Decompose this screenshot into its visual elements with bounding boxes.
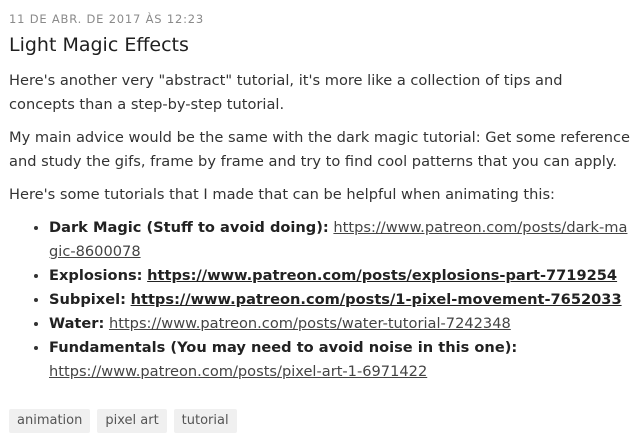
link-label: Water:	[49, 315, 105, 332]
link-label: Explosions:	[49, 267, 143, 284]
list-item: Fundamentals (You may need to avoid nois…	[49, 336, 632, 384]
post-date: 11 DE ABR. DE 2017 ÀS 12:23	[9, 12, 204, 26]
list-item: Subpixel: https://www.patreon.com/posts/…	[49, 288, 632, 312]
list-item: Explosions: https://www.patreon.com/post…	[49, 264, 632, 288]
post-body: Here's another very "abstract" tutorial,…	[9, 69, 632, 384]
list-item: Water: https://www.patreon.com/posts/wat…	[49, 312, 632, 336]
paragraph: Here's another very "abstract" tutorial,…	[9, 72, 563, 113]
tag-tutorial[interactable]: tutorial	[173, 409, 237, 433]
link-label: Dark Magic (Stuff to avoid doing):	[49, 219, 329, 236]
tutorial-links-list: Dark Magic (Stuff to avoid doing): https…	[9, 216, 632, 384]
subpixel-link[interactable]: https://www.patreon.com/posts/1-pixel-mo…	[131, 291, 622, 308]
tag-animation[interactable]: animation	[9, 409, 91, 433]
link-label: Subpixel:	[49, 291, 126, 308]
fundamentals-link[interactable]: https://www.patreon.com/posts/pixel-art-…	[49, 363, 427, 380]
list-item: Dark Magic (Stuff to avoid doing): https…	[49, 216, 632, 264]
post-title: Light Magic Effects	[9, 34, 189, 56]
tag-list: animation pixel art tutorial	[9, 409, 237, 433]
explosions-link[interactable]: https://www.patreon.com/posts/explosions…	[147, 267, 617, 284]
paragraph: Here's some tutorials that I made that c…	[9, 186, 555, 203]
paragraph: My main advice would be the same with th…	[9, 129, 630, 170]
tag-pixel-art[interactable]: pixel art	[97, 409, 167, 433]
water-link[interactable]: https://www.patreon.com/posts/water-tuto…	[109, 315, 511, 332]
link-label: Fundamentals (You may need to avoid nois…	[49, 339, 518, 356]
post: 11 DE ABR. DE 2017 ÀS 12:23 Light Magic …	[0, 0, 641, 440]
